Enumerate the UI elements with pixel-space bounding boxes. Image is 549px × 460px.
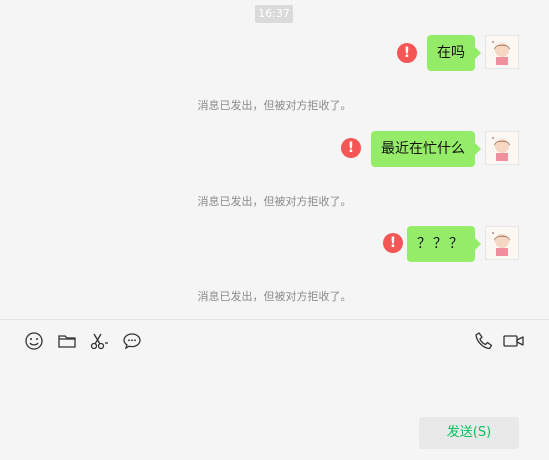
avatar[interactable] bbox=[485, 35, 519, 69]
folder-icon[interactable] bbox=[57, 331, 77, 351]
message-bubble[interactable]: 最近在忙什么 bbox=[371, 131, 481, 167]
video-icon[interactable] bbox=[503, 331, 525, 351]
avatar[interactable] bbox=[485, 226, 519, 260]
chat-history: 16:37 ! 在吗 消息已发出，但被对方拒收了。 ! 最近在忙什么 消息已发出… bbox=[0, 0, 549, 319]
phone-icon[interactable] bbox=[474, 331, 494, 351]
avatar-image bbox=[486, 36, 518, 68]
chat-bubble-icon[interactable] bbox=[122, 331, 142, 351]
avatar[interactable] bbox=[485, 131, 519, 165]
send-failed-icon[interactable]: ! bbox=[383, 233, 403, 253]
send-failed-icon[interactable]: ! bbox=[397, 43, 417, 63]
rejected-notice: 消息已发出，但被对方拒收了。 bbox=[197, 195, 352, 208]
avatar-image bbox=[486, 227, 518, 259]
message-bubble[interactable]: 在吗 bbox=[427, 35, 481, 71]
timestamp: 16:37 bbox=[255, 5, 293, 23]
rejected-notice: 消息已发出，但被对方拒收了。 bbox=[197, 99, 352, 112]
rejected-notice: 消息已发出，但被对方拒收了。 bbox=[197, 290, 352, 303]
send-button[interactable]: 发送(S) bbox=[419, 417, 519, 449]
scissors-icon[interactable] bbox=[89, 331, 109, 351]
message-input[interactable] bbox=[0, 360, 549, 410]
emoji-icon[interactable] bbox=[24, 331, 44, 351]
avatar-image bbox=[486, 132, 518, 164]
message-bubble[interactable]: ？？？ bbox=[407, 226, 481, 262]
send-failed-icon[interactable]: ! bbox=[341, 138, 361, 158]
divider bbox=[0, 319, 549, 320]
